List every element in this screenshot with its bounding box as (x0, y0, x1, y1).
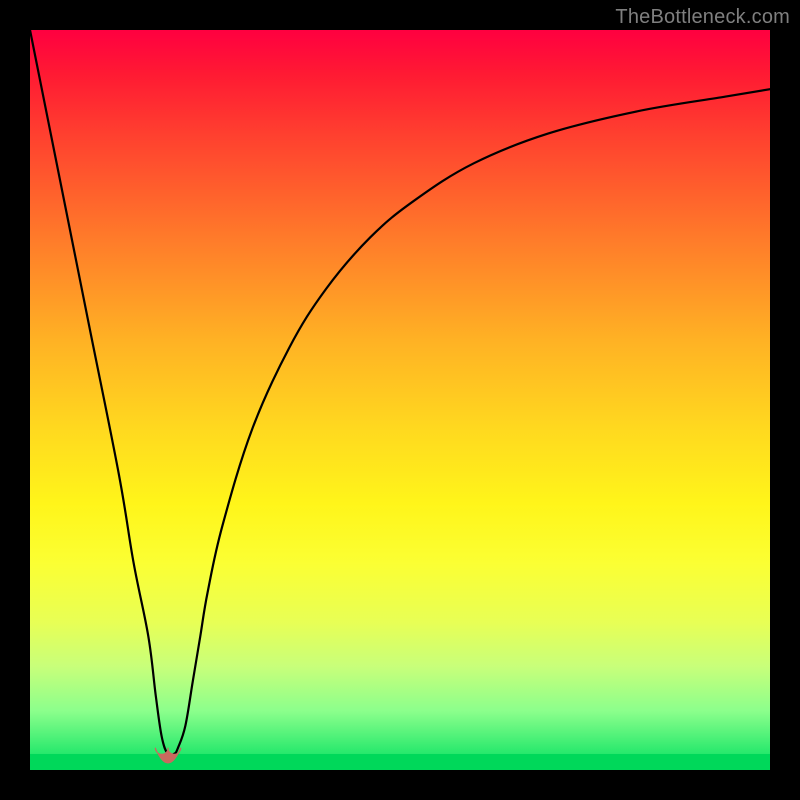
chart-frame: TheBottleneck.com (0, 0, 800, 800)
curve-layer (30, 30, 770, 770)
bottleneck-curve (30, 30, 770, 755)
plot-area (30, 30, 770, 770)
watermark-text: TheBottleneck.com (615, 6, 790, 29)
